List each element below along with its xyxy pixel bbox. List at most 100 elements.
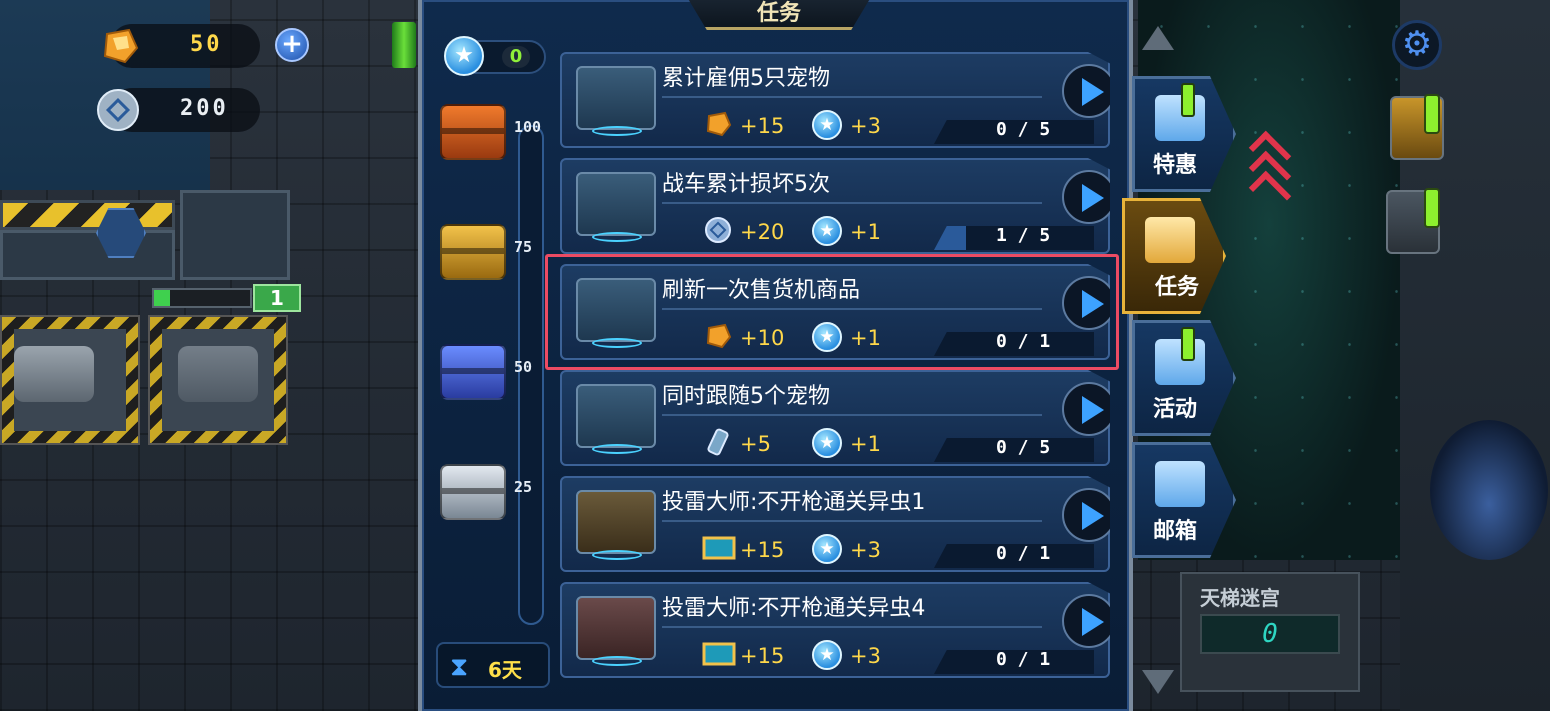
star-icon: ★ bbox=[812, 428, 842, 458]
task-progress: 0 / 5 bbox=[996, 119, 1051, 140]
silver-coin-icon bbox=[97, 89, 139, 131]
add-crystal-button[interactable]: + bbox=[275, 28, 309, 62]
star-icon: ★ bbox=[812, 640, 842, 670]
game-screen: 50 + 200 1 ⚙ 天梯迷宫 0 任务 0 ★ 100 75 50 25 … bbox=[0, 0, 1550, 711]
reward-amount: +15 bbox=[740, 114, 785, 138]
ladder-maze-value: 0 bbox=[1200, 614, 1340, 654]
task-divider bbox=[662, 96, 1042, 98]
alert-exclamation-icon bbox=[1424, 188, 1440, 228]
coin-icon bbox=[705, 217, 731, 243]
thumbnail-pedestal bbox=[592, 126, 642, 136]
milestone-label: 50 bbox=[514, 358, 533, 376]
thumbnail-pedestal bbox=[592, 232, 642, 242]
hourglass-icon: ⧗ bbox=[450, 652, 469, 682]
orange-crystal-icon bbox=[103, 28, 139, 64]
garage-machine bbox=[180, 190, 290, 280]
star-icon: ★ bbox=[812, 110, 842, 140]
insect-creature-thumbnail-icon bbox=[576, 596, 656, 660]
go-arrow-button[interactable] bbox=[1062, 594, 1110, 648]
coin-count: 200 bbox=[180, 96, 229, 121]
calendar-icon bbox=[1155, 95, 1205, 141]
task-name: 同时跟随5个宠物 bbox=[662, 384, 830, 409]
highlighted-task-outline bbox=[545, 254, 1119, 370]
timer-text: 6天 bbox=[488, 658, 522, 682]
reward-amount: +15 bbox=[740, 644, 785, 668]
ladder-maze-title: 天梯迷宫 bbox=[1200, 586, 1280, 610]
task-name: 投雷大师:不开枪通关异虫4 bbox=[662, 596, 926, 621]
task-row[interactable]: 累计雇佣5只宠物 +15 ★ +3 0 / 5 bbox=[560, 52, 1110, 148]
alert-exclamation-icon bbox=[1181, 327, 1195, 361]
task-divider bbox=[662, 626, 1042, 628]
star-reward: +3 bbox=[850, 538, 881, 562]
blueprint-icon bbox=[702, 536, 736, 560]
task-divider bbox=[662, 414, 1042, 416]
task-progress: 1 / 5 bbox=[996, 225, 1051, 246]
garage-level-badge: 1 bbox=[253, 284, 301, 312]
task-name: 累计雇佣5只宠物 bbox=[662, 66, 830, 91]
blue-chest-icon[interactable] bbox=[440, 344, 506, 400]
alert-exclamation-icon bbox=[1181, 83, 1195, 117]
thumbnail-pedestal bbox=[592, 656, 642, 666]
reward-amount: +5 bbox=[740, 432, 771, 456]
star-points-value: 0 bbox=[502, 46, 530, 68]
mail-envelope-icon bbox=[1155, 461, 1205, 507]
star-reward: +1 bbox=[850, 220, 881, 244]
pet-thumbnail-icon bbox=[576, 384, 656, 448]
garage-level-bar bbox=[152, 288, 252, 308]
buggy-vehicle-icon[interactable] bbox=[178, 346, 258, 402]
go-arrow-button[interactable] bbox=[1062, 170, 1110, 224]
milestone-label: 75 bbox=[514, 238, 533, 256]
silver-chest-icon[interactable] bbox=[440, 464, 506, 520]
star-progress-column: 0 ★ 100 75 50 25 ⧗ 6天 bbox=[428, 30, 550, 700]
task-progress: 0 / 5 bbox=[996, 437, 1051, 458]
tab-label: 邮箱 bbox=[1153, 519, 1198, 544]
go-arrow-button[interactable] bbox=[1062, 64, 1110, 118]
gift-icon bbox=[1155, 339, 1205, 385]
task-name: 投雷大师:不开枪通关异虫1 bbox=[662, 490, 926, 515]
task-divider bbox=[662, 520, 1042, 522]
star-icon: ★ bbox=[444, 36, 484, 76]
insect-nest-thumbnail-icon bbox=[576, 490, 656, 554]
alert-exclamation-icon bbox=[1424, 94, 1440, 134]
task-row[interactable]: 投雷大师:不开枪通关异虫4 +15 ★ +3 0 / 1 bbox=[560, 582, 1110, 678]
panel-title-tab: 任务 bbox=[684, 0, 874, 30]
garage-wall bbox=[0, 230, 175, 280]
tab-label: 活动 bbox=[1153, 397, 1198, 422]
checklist-icon bbox=[1145, 217, 1195, 263]
star-reward: +3 bbox=[850, 114, 881, 138]
gold-chest-icon[interactable] bbox=[440, 224, 506, 280]
go-arrow-button[interactable] bbox=[1062, 382, 1110, 436]
panel-title: 任务 bbox=[756, 1, 801, 26]
star-reward: +3 bbox=[850, 644, 881, 668]
thumbnail-pedestal bbox=[592, 444, 642, 454]
task-progress: 0 / 1 bbox=[996, 649, 1051, 670]
task-row[interactable]: 同时跟随5个宠物 +5 ★ +1 0 / 5 bbox=[560, 370, 1110, 466]
hazard-stripe bbox=[0, 200, 175, 230]
ladder-maze-panel[interactable]: 天梯迷宫 0 bbox=[1180, 572, 1360, 692]
vehicle-damage-thumbnail-icon bbox=[576, 172, 656, 236]
orange-chest-icon[interactable] bbox=[440, 104, 506, 160]
go-arrow-button[interactable] bbox=[1062, 488, 1110, 542]
scroll-down-arrow-icon[interactable] bbox=[1142, 670, 1174, 694]
tank-vehicle-icon[interactable] bbox=[14, 346, 94, 402]
blueprint-icon bbox=[702, 642, 736, 666]
tab-label: 特惠 bbox=[1153, 153, 1198, 178]
task-row[interactable]: 战车累计损坏5次 +20 ★ +1 1 / 5 bbox=[560, 158, 1110, 254]
star-icon: ★ bbox=[812, 216, 842, 246]
settings-gear-icon[interactable]: ⚙ bbox=[1392, 20, 1442, 70]
tab-label: 任务 bbox=[1155, 275, 1200, 300]
thumbnail-pedestal bbox=[592, 550, 642, 560]
milestone-label: 25 bbox=[514, 478, 533, 496]
star-reward: +1 bbox=[850, 432, 881, 456]
star-icon: ★ bbox=[812, 534, 842, 564]
battery-icon bbox=[707, 428, 729, 456]
crystal-icon bbox=[706, 111, 732, 137]
reward-amount: +20 bbox=[740, 220, 785, 244]
battery-icon bbox=[392, 22, 416, 68]
task-progress: 0 / 1 bbox=[996, 543, 1051, 564]
reward-amount: +15 bbox=[740, 538, 785, 562]
mech-robot-icon[interactable] bbox=[1430, 420, 1548, 560]
task-row[interactable]: 投雷大师:不开枪通关异虫1 +15 ★ +3 0 / 1 bbox=[560, 476, 1110, 572]
event-timer: ⧗ 6天 bbox=[436, 642, 550, 688]
task-divider bbox=[662, 202, 1042, 204]
